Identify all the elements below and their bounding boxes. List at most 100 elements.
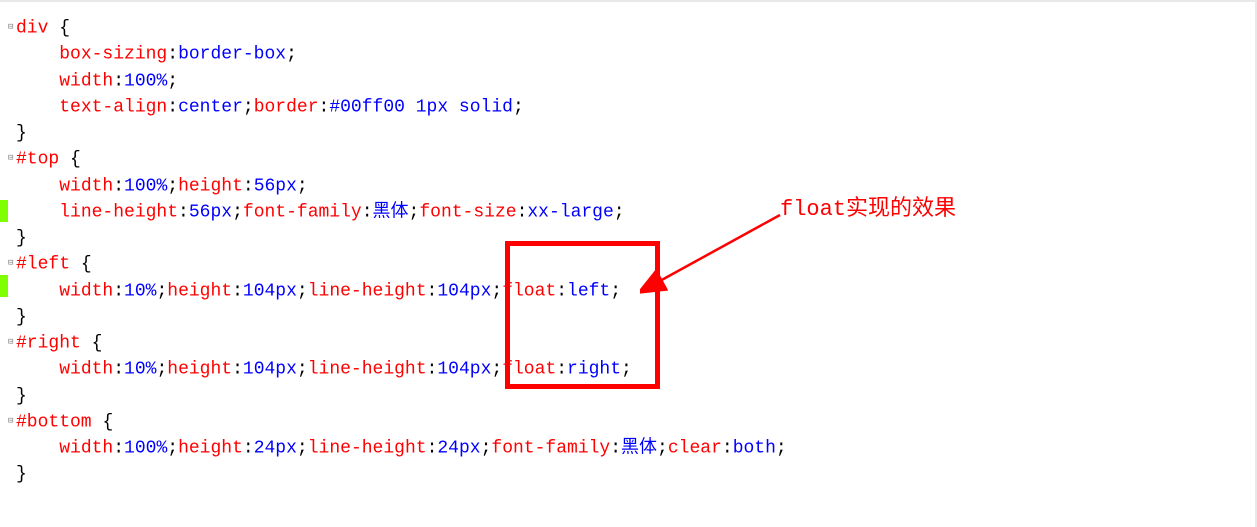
code-token: 104px: [437, 360, 491, 380]
code-token: 黑体: [621, 438, 657, 458]
code-token: ;: [657, 438, 668, 458]
gutter-space: [8, 383, 16, 408]
code-line[interactable]: ⊟#top {: [8, 146, 1257, 172]
code-token: :: [113, 176, 124, 196]
selector-token: #right: [16, 333, 81, 353]
code-token: 10%: [124, 281, 156, 301]
gutter-space: [8, 435, 16, 460]
code-token: width: [59, 360, 113, 380]
code-token: line-height: [308, 438, 427, 458]
code-token: :: [243, 176, 254, 196]
gutter-space: [8, 94, 16, 119]
brace-open: {: [59, 18, 70, 38]
code-line[interactable]: box-sizing:border-box;: [8, 41, 1257, 67]
code-token: :: [243, 438, 254, 458]
brace-open: {: [92, 333, 103, 353]
selector-token: div: [16, 18, 48, 38]
code-line[interactable]: }: [8, 120, 1257, 146]
code-line[interactable]: ⊟#bottom {: [8, 409, 1257, 435]
gutter-space: [8, 461, 16, 486]
code-token: height: [167, 360, 232, 380]
fold-icon[interactable]: ⊟: [8, 409, 16, 434]
change-marker: [0, 200, 8, 222]
code-line[interactable]: ⊟div {: [8, 15, 1257, 41]
code-token: #00ff00 1px solid: [329, 97, 513, 117]
code-line[interactable]: width:100%;: [8, 68, 1257, 94]
gutter-space: [8, 199, 16, 224]
brace-open: {: [81, 255, 92, 275]
fold-icon[interactable]: ⊟: [8, 330, 16, 355]
code-token: 24px: [437, 438, 480, 458]
code-token: :: [113, 438, 124, 458]
code-token: 黑体: [373, 202, 409, 222]
code-token: 56px: [189, 202, 232, 222]
code-token: ;: [297, 360, 308, 380]
code-token: :: [232, 360, 243, 380]
code-token: ;: [156, 360, 167, 380]
code-token: ;: [297, 438, 308, 458]
code-line[interactable]: width:100%;height:24px;line-height:24px;…: [8, 435, 1257, 461]
code-token: line-height: [59, 202, 178, 222]
code-token: text-align: [59, 97, 167, 117]
code-token: :: [610, 438, 621, 458]
code-token: line-height: [308, 281, 427, 301]
brace-close: }: [16, 307, 27, 327]
code-token: :: [427, 360, 438, 380]
code-token: :: [113, 360, 124, 380]
code-token: :: [113, 71, 124, 91]
code-token: ;: [409, 202, 420, 222]
brace-close: }: [16, 386, 27, 406]
code-token: ;: [167, 71, 178, 91]
code-token: height: [167, 281, 232, 301]
code-token: ;: [243, 97, 254, 117]
gutter-space: [8, 225, 16, 250]
code-token: ;: [232, 202, 243, 222]
fold-icon[interactable]: ⊟: [8, 146, 16, 171]
code-token: ;: [513, 97, 524, 117]
code-token: border-box: [178, 45, 286, 65]
selector-token: #top: [16, 150, 59, 170]
brace-open: {: [102, 412, 113, 432]
highlight-box: [505, 241, 660, 389]
code-token: width: [59, 281, 113, 301]
code-token: ;: [491, 281, 502, 301]
code-token: line-height: [308, 360, 427, 380]
code-token: xx-large: [527, 202, 613, 222]
code-token: ;: [481, 438, 492, 458]
code-token: 104px: [437, 281, 491, 301]
code-token: 56px: [254, 176, 297, 196]
code-token: :: [167, 45, 178, 65]
fold-icon[interactable]: ⊟: [8, 251, 16, 276]
code-token: 24px: [254, 438, 297, 458]
code-token: ;: [167, 176, 178, 196]
code-token: both: [733, 438, 776, 458]
brace-close: }: [16, 465, 27, 485]
code-line[interactable]: width:100%;height:56px;: [8, 173, 1257, 199]
code-token: ;: [286, 45, 297, 65]
brace-close: }: [16, 123, 27, 143]
code-token: ;: [491, 360, 502, 380]
fold-icon[interactable]: ⊟: [8, 15, 16, 40]
code-token: height: [178, 438, 243, 458]
code-line[interactable]: line-height:56px;font-family:黑体;font-siz…: [8, 199, 1257, 225]
code-line[interactable]: }: [8, 461, 1257, 487]
code-token: width: [59, 438, 113, 458]
code-token: 100%: [124, 71, 167, 91]
code-token: ;: [156, 281, 167, 301]
code-line[interactable]: text-align:center;border:#00ff00 1px sol…: [8, 94, 1257, 120]
code-token: height: [178, 176, 243, 196]
code-token: font-size: [419, 202, 516, 222]
code-token: ;: [776, 438, 787, 458]
code-token: font-family: [243, 202, 362, 222]
code-token: ;: [297, 176, 308, 196]
brace-close: }: [16, 228, 27, 248]
code-token: :: [362, 202, 373, 222]
code-token: width: [59, 176, 113, 196]
change-marker: [0, 275, 8, 297]
code-token: :: [167, 97, 178, 117]
code-token: center: [178, 97, 243, 117]
gutter-space: [8, 278, 16, 303]
gutter-space: [8, 173, 16, 198]
code-token: ;: [167, 438, 178, 458]
code-token: font-family: [491, 438, 610, 458]
